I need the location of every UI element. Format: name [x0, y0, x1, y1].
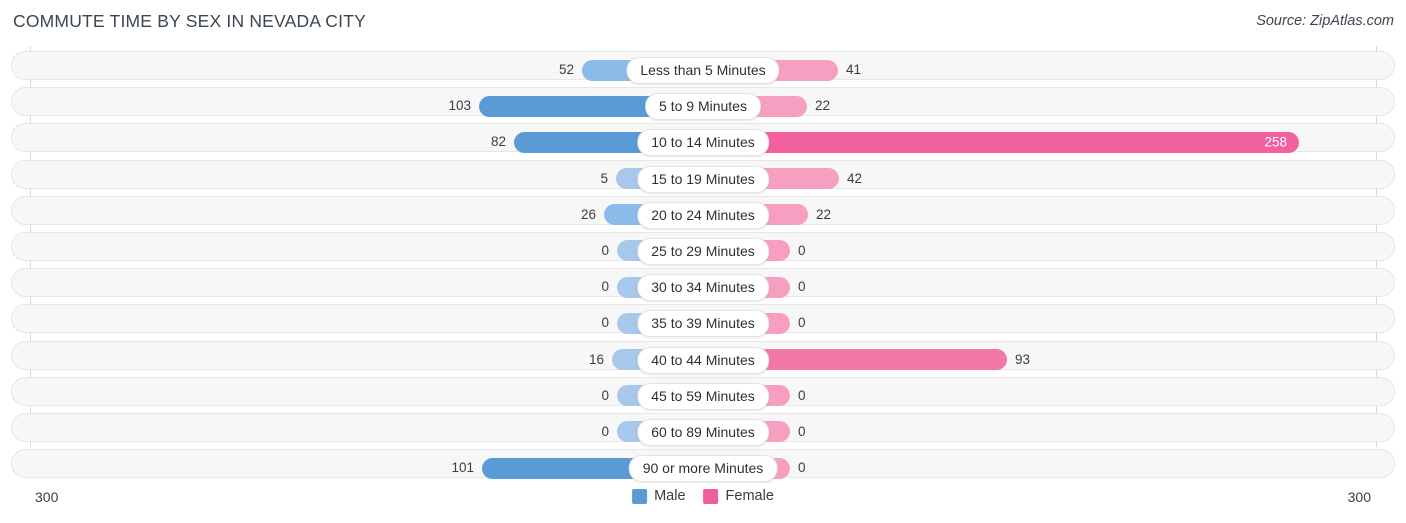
table-row: 52 41 Less than 5 Minutes: [0, 48, 1406, 84]
category-label: 20 to 24 Minutes: [637, 201, 769, 229]
bar-value-female: 258: [1264, 134, 1287, 150]
bar-track: 0 0 35 to 39 Minutes: [11, 304, 1395, 338]
table-row: 103 22 5 to 9 Minutes: [0, 84, 1406, 121]
category-label: 5 to 9 Minutes: [645, 93, 761, 121]
axis-label-left: 300: [35, 489, 59, 505]
bar-value-female: 93: [1015, 351, 1031, 367]
bar-value-male: 16: [588, 351, 604, 367]
category-label: 35 to 39 Minutes: [637, 310, 769, 338]
bar-track: 26 22 20 to 24 Minutes: [11, 195, 1395, 229]
bar-value-male: 103: [448, 98, 471, 114]
table-row: 0 0 35 to 39 Minutes: [0, 301, 1406, 338]
legend-item[interactable]: Female: [703, 488, 774, 504]
bar-track: 258 82 10 to 14 Minutes: [11, 123, 1395, 157]
table-row: 0 0 30 to 34 Minutes: [0, 265, 1406, 302]
table-row: 101 0 90 or more Minutes: [0, 446, 1406, 483]
legend-swatch-icon: [632, 488, 648, 504]
table-row: 26 22 20 to 24 Minutes: [0, 193, 1406, 229]
bar-value-female: 42: [847, 170, 863, 186]
bar-track: 103 22 5 to 9 Minutes: [11, 87, 1395, 121]
bar-track: 0 0 45 to 59 Minutes: [11, 376, 1395, 410]
category-label: 45 to 59 Minutes: [637, 382, 769, 410]
legend-label: Female: [725, 488, 774, 504]
bar-value-female: 0: [798, 242, 806, 258]
category-label: Less than 5 Minutes: [626, 57, 780, 84]
bar-track: 0 0 25 to 29 Minutes: [11, 231, 1395, 265]
legend-item[interactable]: Male: [632, 488, 686, 504]
table-row: 0 0 25 to 29 Minutes: [0, 229, 1406, 265]
category-label: 60 to 89 Minutes: [637, 418, 769, 446]
axis-label-right: 300: [1347, 489, 1371, 505]
bar-value-female: 41: [846, 62, 862, 77]
bar-value-male: 101: [451, 460, 474, 476]
bar-value-male: 82: [490, 134, 506, 150]
table-row: 0 0 60 to 89 Minutes: [0, 410, 1406, 446]
bar-track: 16 93 40 to 44 Minutes: [11, 340, 1395, 374]
category-label: 40 to 44 Minutes: [637, 346, 769, 374]
category-label: 15 to 19 Minutes: [637, 165, 769, 193]
bar-value-female: 0: [798, 460, 806, 476]
bar-value-male: 0: [601, 279, 609, 295]
chart-plot-area: 52 41 Less than 5 Minutes 103 22 5 to 9 Minut…: [0, 46, 1406, 483]
bar-value-male: 26: [580, 206, 596, 222]
source-attribution: Source: ZipAtlas.com: [1256, 13, 1394, 29]
table-row: 16 93 40 to 44 Minutes: [0, 338, 1406, 374]
legend-label: Male: [654, 488, 686, 504]
chart-legend: Male Female: [632, 488, 774, 504]
bar-value-female: 22: [816, 206, 832, 222]
category-label: 25 to 29 Minutes: [637, 237, 769, 265]
chart-page: COMMUTE TIME BY SEX IN NEVADA CITY Sourc…: [0, 0, 1406, 523]
table-row: 0 0 45 to 59 Minutes: [0, 374, 1406, 410]
bar-value-female: 0: [798, 423, 806, 439]
bar-value-male: 0: [601, 423, 609, 439]
bar-female[interactable]: 258: [702, 131, 1299, 153]
bar-track: 0 0 60 to 89 Minutes: [11, 412, 1395, 446]
category-label: 30 to 34 Minutes: [637, 274, 769, 302]
bar-value-male: 0: [601, 315, 609, 331]
bar-value-female: 0: [798, 279, 806, 295]
bar-track: 5 42 15 to 19 Minutes: [11, 159, 1395, 193]
bar-value-male: 0: [601, 387, 609, 403]
category-label: 90 or more Minutes: [628, 455, 778, 483]
chart-footer: 300 Male Female 300: [0, 483, 1406, 523]
category-label: 10 to 14 Minutes: [637, 129, 769, 157]
bar-value-female: 0: [798, 387, 806, 403]
bar-track: 0 0 30 to 34 Minutes: [11, 268, 1395, 302]
table-row: 5 42 15 to 19 Minutes: [0, 157, 1406, 193]
table-row: 258 82 10 to 14 Minutes: [0, 120, 1406, 157]
bar-value-male: 5: [600, 170, 608, 186]
bar-value-female: 22: [815, 98, 831, 114]
legend-swatch-icon: [703, 488, 719, 504]
chart-header: COMMUTE TIME BY SEX IN NEVADA CITY Sourc…: [0, 0, 1406, 46]
bar-value-female: 0: [798, 315, 806, 331]
bar-value-male: 52: [558, 62, 574, 77]
bar-row-list: 52 41 Less than 5 Minutes 103 22 5 to 9 Minut…: [0, 48, 1406, 483]
bar-value-male: 0: [601, 242, 609, 258]
page-title: COMMUTE TIME BY SEX IN NEVADA CITY: [13, 11, 366, 31]
bar-track: 52 41 Less than 5 Minutes: [11, 51, 1395, 84]
bar-track: 101 0 90 or more Minutes: [11, 449, 1395, 483]
